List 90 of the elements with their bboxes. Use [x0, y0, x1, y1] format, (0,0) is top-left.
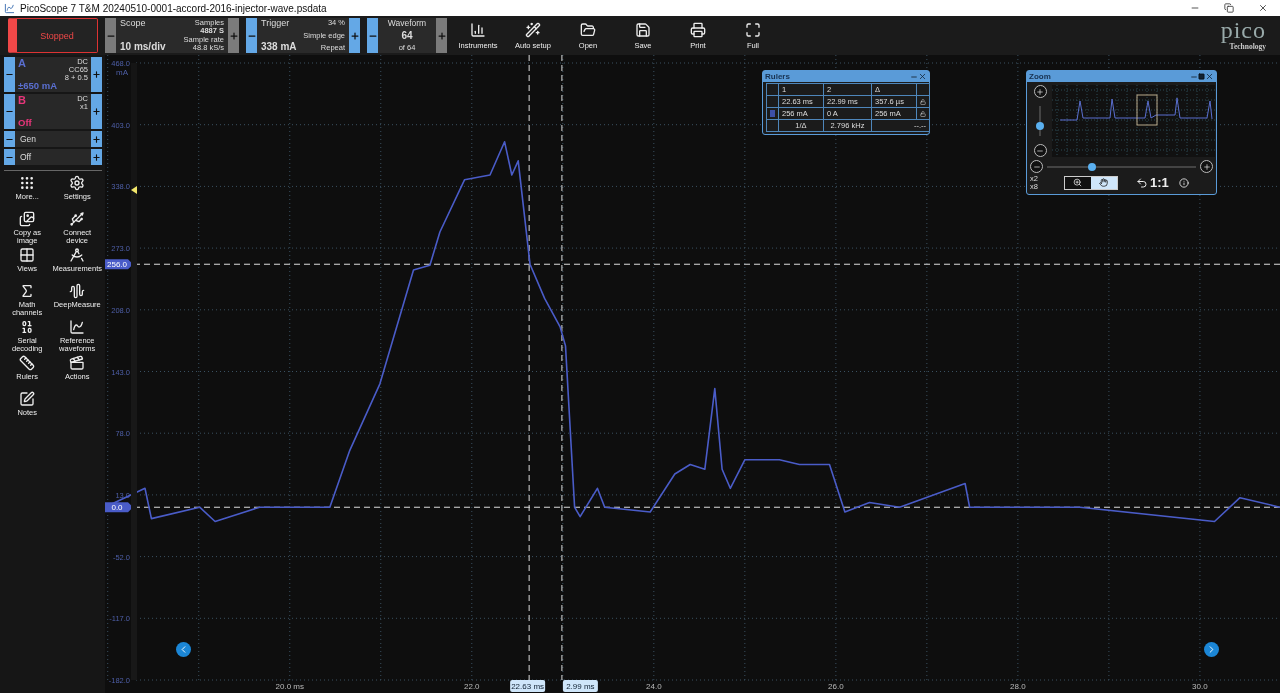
plus-icon: [349, 30, 360, 41]
ruler-value-label: 256.0: [105, 259, 133, 270]
plus-icon: [1036, 87, 1044, 96]
pan-tool-button[interactable]: [1090, 176, 1117, 189]
save-icon: [635, 21, 651, 38]
zoom-in-button[interactable]: [1200, 160, 1213, 173]
window-title: PicoScope 7 T&M 20240510-0001-accord-2016-injector-wave.psdata: [20, 2, 328, 14]
waveform-label: Waveform: [387, 19, 427, 28]
plus-icon: [436, 30, 447, 41]
run-stop-button[interactable]: Stopped: [8, 18, 98, 53]
ruler-value-label: 22.63 ms: [510, 680, 546, 692]
x-axis-label: 24.0: [646, 682, 662, 691]
ref-line-label: 256.0: [106, 260, 128, 270]
plus-icon: [228, 30, 239, 41]
increase-button[interactable]: [349, 18, 360, 53]
next-button[interactable]: [1204, 642, 1219, 657]
trigger-label: Trigger: [261, 19, 290, 29]
slider-thumb[interactable]: [1036, 121, 1044, 130]
reset-zoom-button[interactable]: 1:1: [1135, 175, 1169, 191]
x-axis-label: 26.0: [828, 682, 844, 691]
waveform-number[interactable]: 64: [401, 30, 413, 42]
previous-button[interactable]: [176, 642, 191, 657]
x-axis-label: 28.0: [1010, 682, 1026, 691]
ref-line-label: 0.0: [111, 503, 124, 513]
usb-icon: [69, 211, 86, 227]
decrease-button[interactable]: [4, 131, 15, 147]
close-icon[interactable]: [1258, 3, 1268, 13]
increase-button[interactable]: [91, 94, 102, 129]
printer-icon: [690, 21, 706, 38]
instruments-icon: [470, 21, 486, 38]
note-icon: [19, 391, 36, 407]
trigger-marker[interactable]: [131, 186, 137, 195]
restore-icon[interactable]: [1224, 3, 1234, 13]
maximize-icon[interactable]: [1198, 73, 1205, 80]
zoom-out-button[interactable]: [1033, 144, 1047, 157]
plus-icon: [92, 70, 101, 79]
ruler-line[interactable]: [528, 55, 530, 681]
lock-icon[interactable]: [920, 109, 926, 118]
hand-icon: [1099, 178, 1109, 188]
channel-range[interactable]: Off: [18, 118, 32, 128]
dots-grid-icon: [19, 175, 36, 191]
image-icon: [19, 211, 36, 227]
channel-name: B: [18, 95, 26, 107]
grid-icon: [19, 247, 36, 263]
logo-text: pico: [1220, 20, 1266, 42]
increase-button[interactable]: [91, 57, 102, 92]
fullscreen-icon: [745, 21, 761, 38]
undo-icon: [1135, 176, 1148, 189]
ruler-value-label: 2.99 ms: [562, 680, 598, 692]
slider-thumb[interactable]: [1087, 162, 1096, 171]
horizontal-zoom-slider[interactable]: [1047, 165, 1196, 168]
magnifier-icon: [1073, 178, 1083, 188]
close-icon[interactable]: [918, 72, 927, 81]
waveform-icon: [69, 283, 86, 299]
increase-button[interactable]: [91, 131, 102, 147]
zoom-tool-button[interactable]: [1064, 176, 1091, 189]
window-title: Zoom: [1029, 72, 1052, 81]
lock-icon[interactable]: [920, 97, 926, 106]
ruler-line[interactable]: [561, 55, 563, 681]
ruler-icon: [19, 355, 36, 371]
info-icon[interactable]: [1178, 177, 1189, 188]
plus-icon: [92, 134, 101, 144]
generator-state[interactable]: Off: [20, 152, 32, 162]
folder-icon: [580, 21, 596, 38]
channel-name: A: [18, 58, 26, 70]
zoom-in-button[interactable]: [1033, 85, 1047, 98]
plus-icon: [92, 152, 101, 162]
plus-icon: [1202, 162, 1211, 171]
chart-icon: [69, 319, 86, 335]
wand-icon: [525, 21, 541, 38]
plus-icon: [92, 107, 101, 116]
generator-label: Gen: [20, 134, 37, 144]
ref-line-label: 2.99 ms: [566, 682, 595, 691]
clapperboard-icon: [69, 355, 86, 371]
compass-icon: [69, 247, 86, 263]
timebase-value[interactable]: 10 ms/div: [120, 41, 166, 52]
ruler-value-label: 0.0: [105, 502, 133, 513]
trigger-level[interactable]: 338 mA: [261, 41, 297, 52]
increase-button[interactable]: [91, 149, 102, 165]
close-icon[interactable]: [1205, 72, 1214, 81]
x-axis-label: 20.0 ms: [275, 682, 304, 691]
window-title: Rulers: [765, 72, 791, 81]
app-icon: [4, 2, 15, 14]
y-axis-unit: mA: [116, 68, 128, 77]
decrease-button[interactable]: [4, 149, 15, 165]
x-axis-label: 22.0: [464, 682, 480, 691]
scope-label: Scope: [120, 19, 146, 29]
x-axis-label: 30.0: [1192, 682, 1208, 691]
settings-icon: [69, 175, 86, 191]
zoom-out-button[interactable]: [1030, 160, 1043, 173]
